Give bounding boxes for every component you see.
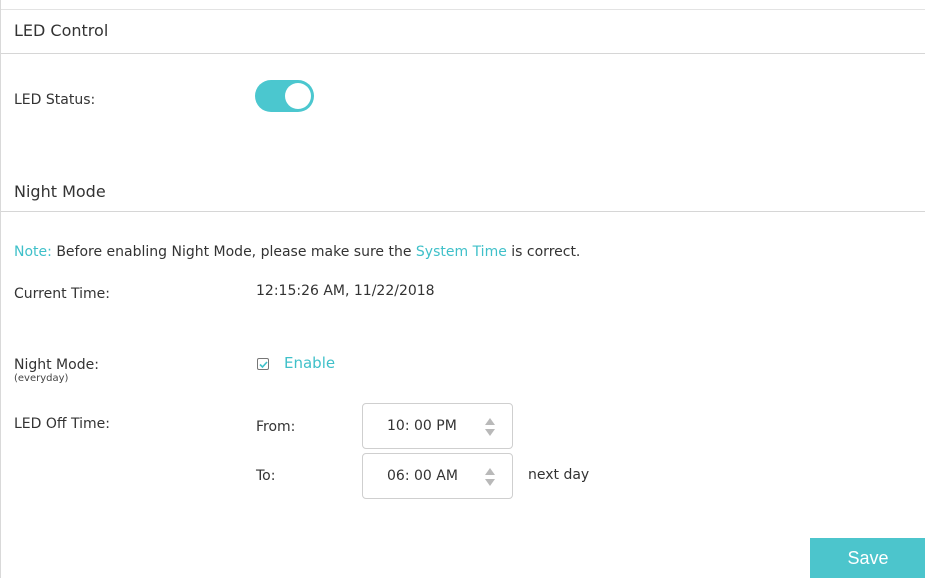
top-divider <box>1 9 925 10</box>
led-settings-page: LED Control LED Status: Night Mode Note:… <box>0 0 925 578</box>
night-mode-enable-checkbox[interactable] <box>257 358 269 370</box>
from-time-value: 10: 00 PM <box>387 418 457 434</box>
night-mode-divider <box>1 211 925 212</box>
checkmark-icon <box>259 361 268 369</box>
led-status-label: LED Status: <box>14 92 96 108</box>
from-time-input[interactable]: 10: 00 PM <box>362 403 513 449</box>
note-text-after: is correct. <box>511 244 581 260</box>
toggle-knob <box>285 83 311 109</box>
from-time-spinner-icon[interactable] <box>484 416 496 438</box>
night-mode-note: Note: Before enabling Night Mode, please… <box>14 243 580 261</box>
led-control-divider <box>1 53 925 54</box>
led-control-title: LED Control <box>14 21 109 40</box>
next-day-label: next day <box>528 467 590 483</box>
led-status-toggle[interactable] <box>255 80 314 112</box>
current-time-value: 12:15:26 AM, 11/22/2018 <box>256 283 435 299</box>
to-time-value: 06: 00 AM <box>387 468 458 484</box>
night-mode-label: Night Mode: <box>14 357 99 373</box>
to-time-input[interactable]: 06: 00 AM <box>362 453 513 499</box>
night-mode-sublabel: (everyday) <box>14 373 69 384</box>
to-label: To: <box>256 468 276 484</box>
note-text-before: Before enabling Night Mode, please make … <box>56 244 412 260</box>
system-time-link[interactable]: System Time <box>416 244 507 260</box>
save-button[interactable]: Save <box>810 538 925 578</box>
night-mode-title: Night Mode <box>14 182 106 201</box>
note-prefix: Note: <box>14 244 52 260</box>
current-time-label: Current Time: <box>14 286 111 302</box>
night-mode-enable-label[interactable]: Enable <box>284 354 335 372</box>
led-off-time-label: LED Off Time: <box>14 416 110 432</box>
from-label: From: <box>256 419 296 435</box>
to-time-spinner-icon[interactable] <box>484 466 496 488</box>
